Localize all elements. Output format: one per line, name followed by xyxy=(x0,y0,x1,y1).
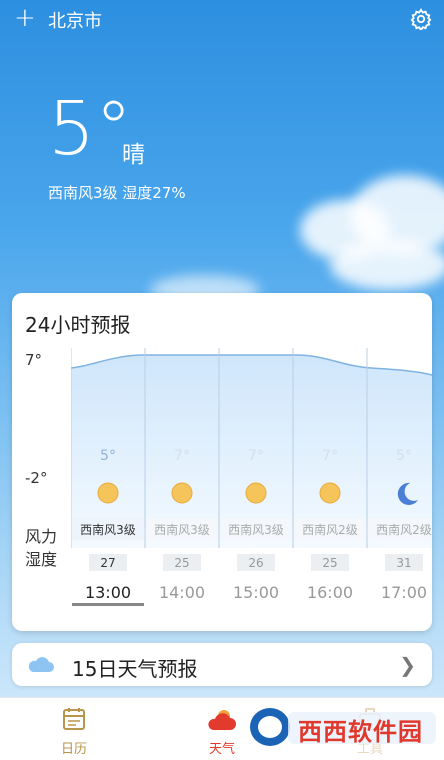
hourly-forecast-card: 24小时预报 7° -2° 风力 湿度 5° 西南风3级 27 13:00 7° 西南风3… xyxy=(12,293,432,631)
y-axis-min-label: -2° xyxy=(25,469,48,487)
hour-humidity-label: 27 xyxy=(100,556,115,570)
bottom-tab-bar: 日历 天气 工具 西西软件园 xyxy=(0,697,444,760)
hour-wind-label: 西南风2级 xyxy=(302,522,358,537)
calendar-icon xyxy=(63,708,85,730)
hour-humidity-label: 26 xyxy=(248,556,263,570)
hour-wind-label: 西南风3级 xyxy=(228,522,284,537)
watermark-text: 西西软件园 xyxy=(298,718,423,746)
weather-icon xyxy=(208,710,236,730)
hour-time-label[interactable]: 13:00 xyxy=(85,583,131,602)
card-title: 24小时预报 xyxy=(25,313,131,337)
hour-humidity-label: 31 xyxy=(396,556,411,570)
15-day-forecast-label: 15日天气预报 xyxy=(72,657,198,681)
plus-icon[interactable]: + xyxy=(14,5,36,31)
cloud-decoration xyxy=(330,240,444,290)
tab-calendar[interactable]: 日历 xyxy=(34,706,114,757)
hour-temperature-label: 5° xyxy=(396,448,412,464)
hour-humidity-label: 25 xyxy=(322,556,337,570)
y-axis-max-label: 7° xyxy=(25,351,43,369)
city-name[interactable]: 北京市 xyxy=(48,7,102,33)
humidity-row-label: 湿度 xyxy=(25,550,58,569)
cloud-icon xyxy=(28,657,54,672)
current-condition: 晴 xyxy=(122,142,145,168)
hour-wind-label: 西南风2级 xyxy=(376,522,432,537)
sun-icon xyxy=(97,482,119,504)
hour-temperature-label: 7° xyxy=(248,448,264,464)
gear-icon[interactable] xyxy=(410,8,432,30)
chevron-right-icon: ❯ xyxy=(399,653,416,677)
hour-wind-label: 西南风3级 xyxy=(154,522,210,537)
sun-icon xyxy=(319,482,341,504)
hour-temperature-label: 7° xyxy=(174,448,190,464)
hour-temperature-label: 7° xyxy=(322,448,338,464)
wind-row-label: 风力 xyxy=(25,527,58,546)
selected-hour-indicator xyxy=(72,603,144,606)
current-wind-humidity: 西南风3级 湿度27% xyxy=(48,184,186,202)
hour-time-label[interactable]: 16:00 xyxy=(307,583,353,602)
sun-icon xyxy=(245,482,267,504)
hour-time-label[interactable]: 14:00 xyxy=(159,583,205,602)
hour-temperature-label: 5° xyxy=(100,448,116,464)
hour-time-label[interactable]: 17:00 xyxy=(381,583,427,602)
15-day-forecast-button[interactable]: 15日天气预报 ❯ xyxy=(12,643,432,686)
hour-humidity-label: 25 xyxy=(174,556,189,570)
hour-time-label[interactable]: 15:00 xyxy=(233,583,279,602)
sun-icon xyxy=(171,482,193,504)
tab-calendar-label: 日历 xyxy=(60,742,87,757)
hourly-chart[interactable]: 5° 西南风3级 27 13:00 7° 西南风3级 25 14:00 7° 西南风3级 26 15:… xyxy=(71,348,432,608)
hour-wind-label: 西南风3级 xyxy=(80,522,136,537)
current-temperature: 5° xyxy=(48,86,133,172)
top-bar: + 北京市 xyxy=(0,0,444,40)
